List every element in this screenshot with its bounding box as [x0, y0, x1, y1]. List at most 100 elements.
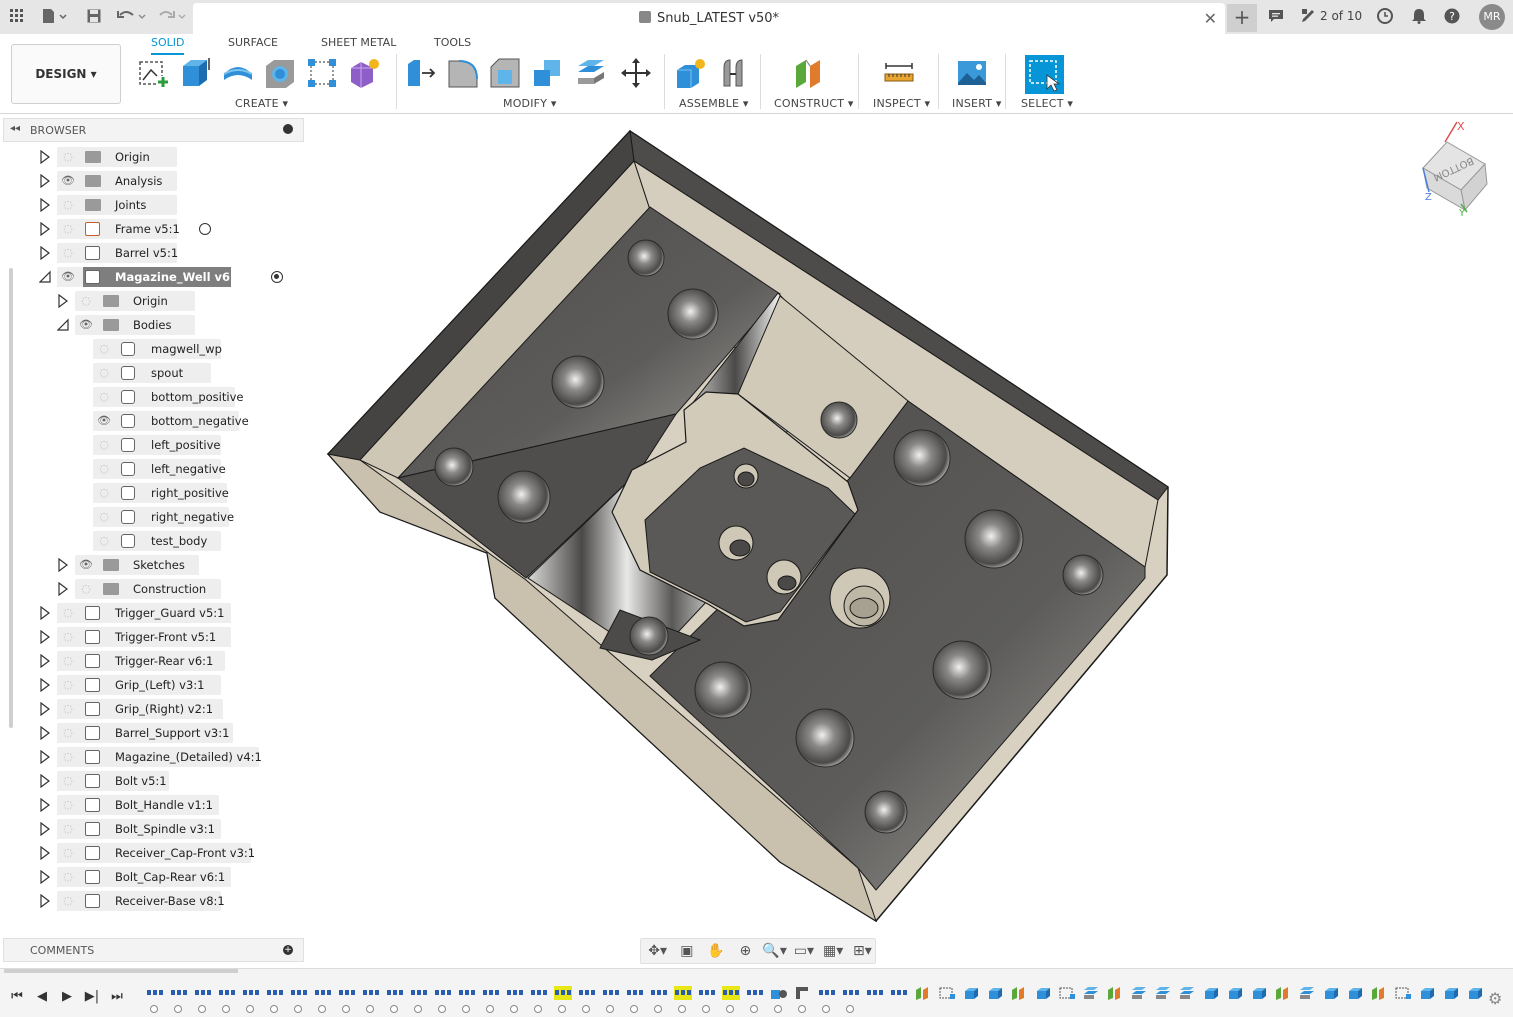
browser-item[interactable]: ◌ Receiver-Base v8:1	[3, 890, 304, 912]
visibility-eye-icon[interactable]: 👁	[59, 175, 77, 187]
timeline-marker[interactable]	[294, 1005, 302, 1013]
collapse-arrow-icon[interactable]	[57, 318, 69, 332]
hidden-eye-icon[interactable]: ◌	[95, 535, 113, 547]
timeline-extrude-icon[interactable]	[986, 986, 1004, 1000]
browser-item[interactable]: 👁 Sketches	[3, 554, 304, 576]
timeline-marker[interactable]	[606, 1005, 614, 1013]
offset-face-icon[interactable]	[574, 56, 608, 90]
tab-tools[interactable]: TOOLS	[434, 36, 471, 53]
timeline-sketch-select-icon[interactable]	[1058, 986, 1076, 1000]
undo-icon[interactable]	[116, 6, 148, 26]
timeline-extrude-icon[interactable]	[1226, 986, 1244, 1000]
revolve-icon[interactable]	[221, 56, 255, 90]
collapse-arrow-icon[interactable]	[39, 270, 51, 284]
browser-item[interactable]: ◌ right_negative	[3, 506, 304, 528]
expand-arrow-icon[interactable]	[39, 246, 51, 260]
browser-item[interactable]: ◌ Magazine_(Detailed) v4:1	[3, 746, 304, 768]
fillet-icon[interactable]	[446, 56, 480, 90]
hidden-eye-icon[interactable]: ◌	[95, 487, 113, 499]
hidden-eye-icon[interactable]: ◌	[77, 583, 95, 595]
expand-arrow-icon[interactable]	[39, 222, 51, 236]
browser-item[interactable]: ◌ test_body	[3, 530, 304, 552]
hidden-eye-icon[interactable]: ◌	[59, 871, 77, 883]
timeline-extrude-icon[interactable]	[1034, 986, 1052, 1000]
expand-arrow-icon[interactable]	[39, 654, 51, 668]
timeline-marker[interactable]	[558, 1005, 566, 1013]
timeline-plane-icon[interactable]	[1370, 986, 1388, 1000]
browser-item[interactable]: 👁 bottom_negative	[3, 410, 304, 432]
timeline-sketch-icon[interactable]	[290, 986, 308, 1000]
joint-icon[interactable]	[716, 56, 750, 90]
timeline-marker[interactable]	[798, 1005, 806, 1013]
timeline-sketch-icon[interactable]	[698, 986, 716, 1000]
chamfer-icon[interactable]	[488, 56, 522, 90]
expand-arrow-icon[interactable]	[39, 150, 51, 164]
hidden-eye-icon[interactable]: ◌	[59, 199, 77, 211]
activate-component-radio[interactable]	[199, 223, 211, 235]
hidden-eye-icon[interactable]: ◌	[59, 775, 77, 787]
browser-item[interactable]: ◌ Barrel_Support v3:1	[3, 722, 304, 744]
collapse-panel-icon[interactable]: ◂◂	[10, 123, 20, 134]
timeline-plane-icon[interactable]	[1274, 986, 1292, 1000]
expand-arrow-icon[interactable]	[39, 174, 51, 188]
browser-item[interactable]: ◌ left_positive	[3, 434, 304, 456]
timeline-sketch-select-icon[interactable]	[1394, 986, 1412, 1000]
expand-arrow-icon[interactable]	[57, 294, 69, 308]
timeline-sketch-icon[interactable]	[578, 986, 596, 1000]
press-pull-icon[interactable]	[404, 56, 438, 90]
browser-item[interactable]: ◌ Grip_(Right) v2:1	[3, 698, 304, 720]
expand-arrow-icon[interactable]	[39, 798, 51, 812]
hidden-eye-icon[interactable]: ◌	[59, 703, 77, 715]
timeline-sketch-icon[interactable]	[530, 986, 548, 1000]
timeline-marker[interactable]	[270, 1005, 278, 1013]
group-select[interactable]: SELECT ▾	[1021, 97, 1073, 110]
group-create[interactable]: CREATE ▾	[235, 97, 288, 110]
timeline-offset-icon[interactable]	[1154, 986, 1172, 1000]
timeline-extrude-icon[interactable]	[1466, 986, 1484, 1000]
timeline-extrude-icon[interactable]	[962, 986, 980, 1000]
add-comment-icon[interactable]: +	[283, 945, 293, 955]
timeline-extrude-icon[interactable]	[1442, 986, 1460, 1000]
new-component-icon[interactable]	[673, 56, 707, 90]
browser-item[interactable]: ◌ Grip_(Left) v3:1	[3, 674, 304, 696]
hidden-eye-icon[interactable]: ◌	[95, 463, 113, 475]
timeline-marker[interactable]	[366, 1005, 374, 1013]
timeline-plane-icon[interactable]	[914, 986, 932, 1000]
expand-arrow-icon[interactable]	[39, 846, 51, 860]
browser-item[interactable]: 👁 Analysis	[3, 170, 304, 192]
timeline-offset-icon[interactable]	[1130, 986, 1148, 1000]
timeline-marker[interactable]	[414, 1005, 422, 1013]
fit-window-icon[interactable]: 🔍▾	[762, 941, 787, 961]
timeline-sketch-icon[interactable]	[458, 986, 476, 1000]
grid-settings-icon[interactable]: ▦▾	[821, 941, 846, 961]
hidden-eye-icon[interactable]: ◌	[59, 895, 77, 907]
expand-arrow-icon[interactable]	[39, 894, 51, 908]
timeline-marker[interactable]	[462, 1005, 470, 1013]
expand-arrow-icon[interactable]	[39, 678, 51, 692]
hidden-eye-icon[interactable]: ◌	[59, 655, 77, 667]
hidden-eye-icon[interactable]: ◌	[77, 295, 95, 307]
timeline-marker[interactable]	[438, 1005, 446, 1013]
timeline-sketch-icon[interactable]	[218, 986, 236, 1000]
close-tab-icon[interactable]: ✕	[1204, 9, 1217, 28]
timeline-marker[interactable]	[318, 1005, 326, 1013]
hidden-eye-icon[interactable]: ◌	[95, 367, 113, 379]
insert-image-icon[interactable]	[955, 56, 989, 90]
browser-item[interactable]: ◌ magwell_wp	[3, 338, 304, 360]
expand-arrow-icon[interactable]	[39, 726, 51, 740]
offset-plane-icon[interactable]	[792, 56, 826, 90]
timeline-offset-icon[interactable]	[1082, 986, 1100, 1000]
pattern-icon[interactable]	[305, 56, 339, 90]
expand-arrow-icon[interactable]	[57, 582, 69, 596]
timeline-extrude-icon[interactable]	[1250, 986, 1268, 1000]
browser-item[interactable]: ◌ Construction	[3, 578, 304, 600]
viewcube[interactable]: BOTTOM X Z Y	[1405, 120, 1495, 220]
hidden-eye-icon[interactable]: ◌	[95, 511, 113, 523]
browser-item[interactable]: ◌ right_positive	[3, 482, 304, 504]
timeline-marker[interactable]	[198, 1005, 206, 1013]
hidden-eye-icon[interactable]: ◌	[59, 727, 77, 739]
notification-bell-icon[interactable]	[1410, 6, 1428, 26]
hole-icon[interactable]	[263, 56, 297, 90]
3d-viewport[interactable]	[305, 114, 1513, 968]
browser-item[interactable]: ◌ spout	[3, 362, 304, 384]
